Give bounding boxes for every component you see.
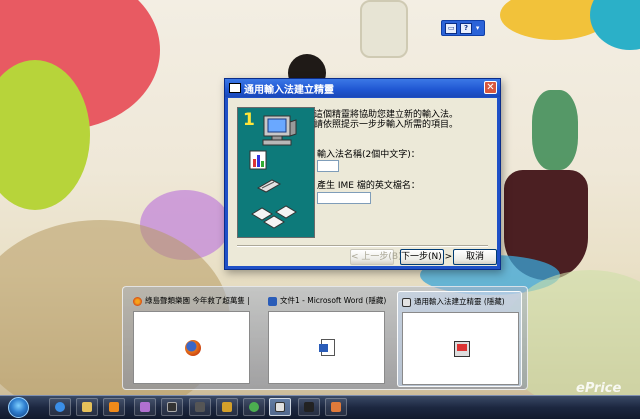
keyboard-icon[interactable]: ▭ [445,22,458,34]
dialog-client-area: 1 這個精靈將協助您建立新的輸入法。 請依照提示一步步輸入所需的項目。 輸入法名… [228,98,497,266]
chart-icon [249,150,267,170]
thumbnail-title: 文件1 - Microsoft Word (隱藏) [268,295,386,307]
ime-name-label: 輸入法名稱(2個中文字)： [317,150,420,160]
thumbnail-ime-wizard[interactable]: 通用輸入法建立精靈 (隱藏) [397,291,522,387]
thumbnail-preview [402,312,519,385]
media-player-icon [109,402,119,412]
dialog-title: 通用輸入法建立精靈 [244,84,334,96]
picture-icon [331,402,341,412]
thumbnail-title-text: 文件1 - Microsoft Word (隱藏) [280,296,386,305]
chevron-down-icon[interactable]: ▾ [475,24,481,33]
app-icon [229,83,241,93]
cancel-button[interactable]: 取消 [453,249,497,265]
thumbnail-title-text: 綠島聲類樂園 今年救了超萬隻 | ... [145,296,251,305]
taskbar-internet-explorer[interactable] [49,398,71,416]
film-icon [167,402,177,412]
thumbnail-firefox[interactable]: 綠島聲類樂園 今年救了超萬隻 | ... [129,291,254,387]
wallpaper-teal-shape [590,0,640,50]
taskbar-thumbnail-panel: 綠島聲類樂園 今年救了超萬隻 | ... 文件1 - Microsoft Wor… [122,286,528,390]
taskbar-trophy[interactable] [216,398,238,416]
ime-app-icon [275,402,285,412]
ime-wizard-icon [454,341,470,357]
taskbar-explorer[interactable] [76,398,98,416]
taskbar-media-player[interactable] [103,398,125,416]
word-icon [268,296,277,306]
intro-text: 這個精靈將協助您建立新的輸入法。 請依照提示一步步輸入所需的項目。 [314,110,504,130]
keyboard-device-icon [256,178,282,194]
thumbnail-preview [268,311,385,384]
frog-icon [249,402,259,412]
start-button[interactable] [8,397,29,418]
firefox-icon [185,340,201,356]
eprice-watermark: ePrice [576,381,622,396]
ime-filename-label: 產生 IME 檔的英文檔名： [317,181,420,191]
taskbar-image[interactable] [134,398,156,416]
help-icon[interactable]: ? [459,22,472,34]
ime-wizard-icon [402,297,411,307]
explorer-icon [82,402,92,412]
taskbar-picture[interactable] [325,398,347,416]
tool-icon [304,402,314,412]
thumbnail-title: 綠島聲類樂園 今年救了超萬隻 | ... [133,295,251,307]
taskbar-tool[interactable] [298,398,320,416]
taskbar [0,395,640,419]
ime-wizard-dialog: 通用輸入法建立精靈 ✕ 1 這個精靈將協助您建立新的輸入法。 請依照提示一步步輸… [224,78,501,270]
back-button[interactable]: < 上一步(B) [350,249,402,265]
taskbar-ime-wizard[interactable] [269,398,291,416]
documents-icon [250,200,298,230]
taskbar-film[interactable] [161,398,183,416]
thumbnail-preview [133,311,250,384]
internet-explorer-icon [55,402,65,412]
firefox-icon [133,296,142,306]
intro-line-2: 請依照提示一步步輸入所需的項目。 [314,120,459,130]
ime-name-input[interactable] [317,160,339,172]
thumbnail-word[interactable]: 文件1 - Microsoft Word (隱藏) [264,291,389,387]
wallpaper-plant [532,90,578,170]
game-icon [195,402,205,412]
button-divider [237,245,488,247]
intro-line-1: 這個精靈將協助您建立新的輸入法。 [314,110,459,120]
dialog-title-bar[interactable]: 通用輸入法建立精靈 ✕ [225,79,500,97]
close-button[interactable]: ✕ [484,81,497,94]
taskbar-frog[interactable] [243,398,265,416]
step-number: 1 [243,110,255,130]
next-button[interactable]: 下一步(N) > [400,249,452,265]
image-icon [140,402,150,412]
wizard-illustration: 1 [237,107,315,238]
wallpaper-cup [360,0,408,58]
language-bar[interactable]: ▭ ? ▾ [441,20,485,36]
trophy-icon [222,402,232,412]
thumbnail-title: 通用輸入法建立精靈 (隱藏) [402,296,518,308]
word-icon [319,339,335,356]
thumbnail-title-text: 通用輸入法建立精靈 (隱藏) [414,297,505,306]
ime-filename-input[interactable] [317,192,371,204]
computer-icon [260,114,298,148]
taskbar-game[interactable] [189,398,211,416]
